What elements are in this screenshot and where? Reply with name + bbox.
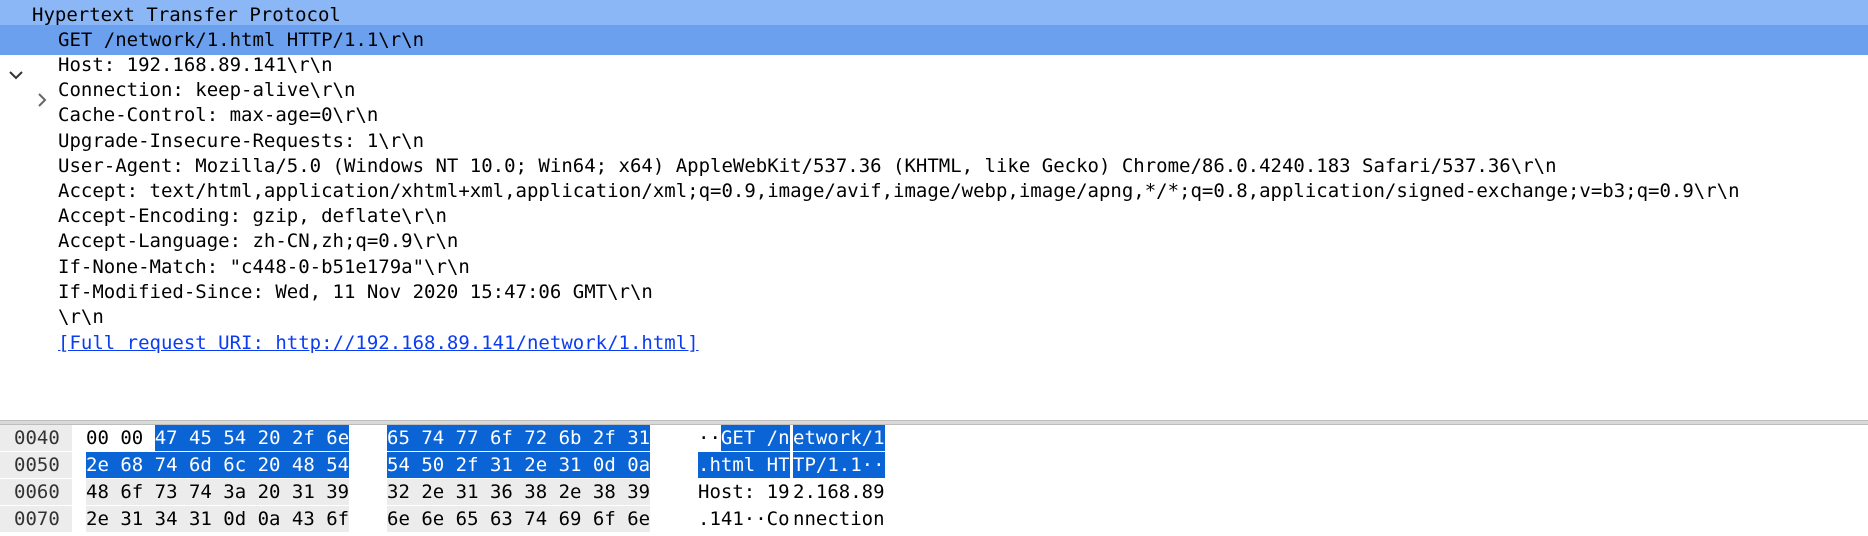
hex-offset: 0050 [0,452,72,478]
packet-bytes-pane: 0040 00 00 47 45 54 20 2f 6e 65 74 77 6f 7… [0,425,1868,536]
hex-dump-row[interactable]: 0050 2e 68 74 6d 6c 20 48 54 54 50 2f 31 2… [0,452,1868,478]
hex-dump-row[interactable]: 0070 2e 31 34 31 0d 0a 43 6f 6e 6e 65 63 7… [0,506,1868,532]
hex-bytes[interactable]: 6e 6e 65 63 74 69 6f 6e [387,506,651,532]
hex-dump-row[interactable]: 0060 48 6f 73 74 3a 20 31 39 32 2e 31 36 3… [0,479,1868,505]
hex-offset: 0070 [0,506,72,532]
hex-bytes[interactable]: 32 2e 31 36 38 2e 38 39 [387,479,651,505]
hex-bytes[interactable]: 65 74 77 6f 72 6b 2f 31 [387,425,651,451]
ascii-bytes[interactable]: TP/1.1·· [793,452,885,478]
hex-offset: 0040 [0,425,72,451]
ascii-bytes[interactable]: .141··Co [698,506,790,532]
link-label[interactable]: [Full request URI: http://192.168.89.141… [58,328,699,358]
hex-offset: 0060 [0,479,72,505]
ascii-bytes[interactable]: .html HT [698,452,790,478]
hex-bytes[interactable]: 2e 31 34 31 0d 0a 43 6f [86,506,350,532]
hex-bytes[interactable]: 2e 68 74 6d 6c 20 48 54 [86,452,350,478]
hex-bytes[interactable]: 54 50 2f 31 2e 31 0d 0a [387,452,651,478]
ascii-bytes[interactable]: Host: 19 [698,479,790,505]
hex-dump-row[interactable]: 0040 00 00 47 45 54 20 2f 6e 65 74 77 6f 7… [0,425,1868,451]
ascii-bytes[interactable]: nnection [793,506,885,532]
ascii-bytes[interactable]: GET /n [720,425,790,451]
ascii-bytes[interactable]: etwork/1 [793,425,885,451]
ascii-bytes[interactable]: ·· [698,425,721,451]
ascii-bytes[interactable]: 2.168.89 [793,479,885,505]
hex-bytes[interactable]: 00 00 [86,425,155,451]
hex-bytes[interactable]: 48 6f 73 74 3a 20 31 39 [86,479,350,505]
full-request-uri-link[interactable]: [Full request URI: http://192.168.89.141… [0,328,1868,358]
hex-bytes[interactable]: 47 45 54 20 2f 6e [154,425,350,451]
packet-details-tree: Hypertext Transfer Protocol GET /network… [0,0,1868,420]
